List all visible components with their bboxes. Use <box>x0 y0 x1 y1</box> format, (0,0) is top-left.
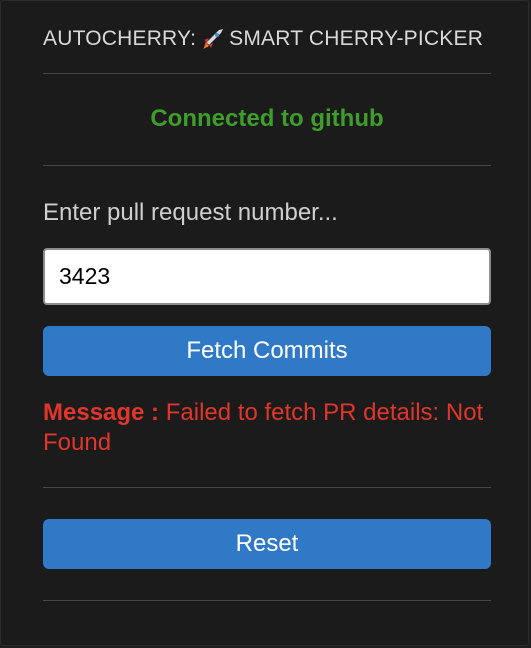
autocherry-panel: AUTOCHERRY: SMART CHERRY-PICKER Connecte… <box>0 0 529 646</box>
panel-title: AUTOCHERRY: SMART CHERRY-PICKER <box>43 27 503 51</box>
divider <box>43 165 491 166</box>
pr-prompt-label: Enter pull request number... <box>43 199 338 226</box>
reset-button[interactable]: Reset <box>43 519 491 569</box>
pr-number-input[interactable] <box>43 248 491 305</box>
message-label: Message : <box>43 399 160 426</box>
divider <box>43 487 491 488</box>
connection-status: Connected to github <box>150 105 384 132</box>
divider <box>43 73 491 74</box>
divider <box>43 600 491 601</box>
rocket-icon <box>201 28 225 50</box>
error-message: Message : Failed to fetch PR details: No… <box>43 398 503 458</box>
title-suffix: SMART CHERRY-PICKER <box>229 27 484 50</box>
title-prefix: AUTOCHERRY: <box>43 27 197 50</box>
fetch-commits-button[interactable]: Fetch Commits <box>43 326 491 376</box>
